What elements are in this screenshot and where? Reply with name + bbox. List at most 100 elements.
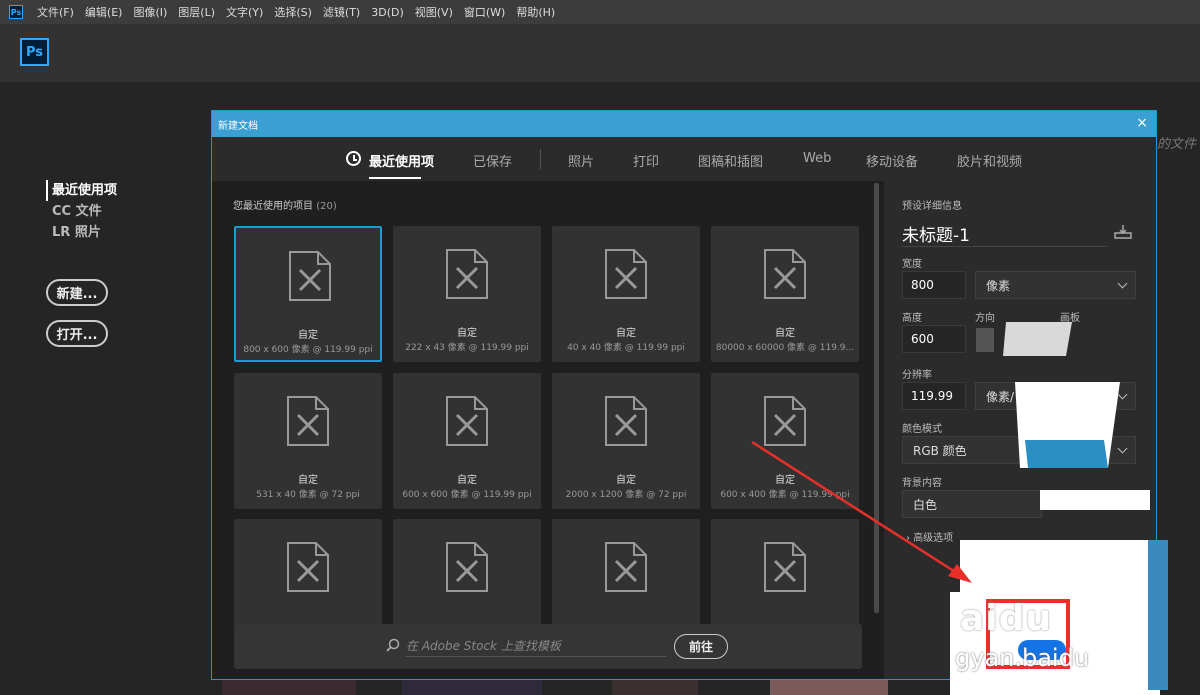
start-nav: 最近使用项 CC 文件 LR 照片 (46, 180, 117, 243)
scrollbar[interactable] (874, 183, 879, 613)
menu-view[interactable]: 视图(V) (415, 4, 453, 20)
document-icon (446, 396, 488, 446)
menu-edit[interactable]: 编辑(E) (85, 4, 123, 20)
menu-file[interactable]: 文件(F) (37, 4, 74, 20)
start-nav-lr-photos[interactable]: LR 照片 (46, 222, 117, 243)
menu-filter[interactable]: 滤镜(T) (323, 4, 360, 20)
preset-card[interactable]: 自定 531 x 40 像素 @ 72 ppi (234, 373, 382, 509)
menu-select[interactable]: 选择(S) (274, 4, 312, 20)
tab-photo[interactable]: 照片 (568, 151, 594, 170)
resolution-input[interactable]: 119.99 (902, 382, 966, 410)
save-preset-icon[interactable] (1114, 225, 1132, 239)
document-icon (605, 249, 647, 299)
preset-card-size: 80000 x 60000 像素 @ 119.9... (715, 343, 855, 353)
artboard-label: 画板 (1060, 313, 1080, 324)
color-mode-select[interactable]: RGB 颜色 (902, 436, 1136, 464)
preset-card[interactable]: 自定 222 x 43 像素 @ 119.99 ppi (393, 226, 541, 362)
preset-card[interactable]: 自定 600 x 600 像素 @ 119.99 ppi (393, 373, 541, 509)
resolution-unit-select[interactable]: 像素/ (975, 382, 1136, 410)
background-label: 背景内容 (902, 478, 942, 489)
download-icon[interactable] (1104, 553, 1122, 567)
photoshop-app-icon: Ps (9, 5, 23, 19)
start-right-hint: 的文件 (1157, 137, 1197, 152)
menu-bar: Ps 文件(F) 编辑(E) 图像(I) 图层(L) 文字(Y) 选择(S) 滤… (0, 0, 1200, 24)
preset-card[interactable]: 自定 80000 x 60000 像素 @ 119.9... (711, 226, 859, 362)
preset-card-title: 自定 (616, 475, 636, 486)
bg-thumbnail (402, 680, 542, 695)
chevron-down-icon (1117, 389, 1128, 400)
chevron-down-icon (1117, 278, 1128, 289)
preset-card-title: 自定 (298, 330, 318, 341)
preset-card-title: 自定 (298, 475, 318, 486)
watermark-url: gyan.baidu (955, 644, 1090, 672)
preset-card-size: 40 x 40 像素 @ 119.99 ppi (567, 343, 685, 353)
bg-thumbnail (222, 680, 356, 695)
menu-window[interactable]: 窗口(W) (464, 4, 505, 20)
photoshop-logo-icon[interactable]: Ps (20, 38, 49, 66)
new-document-dialog: 新建文档 × 最近使用项 已保存 照片 打印 图稿和插图 Web 移动设备 胶片… (211, 110, 1157, 680)
document-icon (287, 542, 329, 592)
chevron-down-icon (1109, 608, 1120, 619)
preset-card[interactable]: 自定 40 x 40 像素 @ 119.99 ppi (552, 226, 700, 362)
tab-recent[interactable]: 最近使用项 (369, 151, 434, 170)
preset-card-title: 自定 (457, 328, 477, 339)
advanced-options-toggle[interactable]: › 高级选项 (906, 529, 953, 544)
background-select[interactable]: 白色 (902, 490, 1042, 518)
width-input[interactable]: 800 (902, 271, 966, 299)
document-icon (446, 542, 488, 592)
orientation-label: 方向 (975, 313, 995, 324)
document-icon (287, 396, 329, 446)
portrait-orientation-icon[interactable] (976, 328, 994, 352)
preset-card[interactable]: 自定 800 x 600 像素 @ 119.99 ppi (234, 226, 382, 362)
tab-divider (540, 149, 541, 169)
preset-card[interactable]: 自定 2000 x 1200 像素 @ 72 ppi (552, 373, 700, 509)
height-input[interactable]: 600 (902, 325, 966, 353)
bg-thumbnail (770, 680, 888, 695)
adobe-stock-search-bar: 前往 (234, 624, 862, 669)
menu-type[interactable]: 文字(Y) (226, 4, 263, 20)
document-icon (764, 542, 806, 592)
preset-card-title: 自定 (775, 475, 795, 486)
stock-go-button[interactable]: 前往 (674, 634, 728, 659)
menu-image[interactable]: 图像(I) (133, 4, 167, 20)
preset-details-header: 预设详细信息 (902, 201, 962, 212)
dialog-title-bar: 新建文档 × (212, 111, 1156, 137)
width-label: 宽度 (902, 259, 922, 270)
document-icon (764, 249, 806, 299)
tab-mobile[interactable]: 移动设备 (866, 151, 918, 170)
close-icon[interactable]: × (1136, 115, 1148, 131)
width-unit-select[interactable]: 像素 (975, 271, 1136, 299)
tab-film-video[interactable]: 胶片和视频 (957, 151, 1022, 170)
start-open-button[interactable]: 打开... (46, 320, 108, 347)
clock-icon (346, 151, 361, 166)
tab-saved[interactable]: 已保存 (473, 151, 512, 170)
document-icon (764, 396, 806, 446)
start-nav-cc-files[interactable]: CC 文件 (46, 201, 117, 222)
menu-layer[interactable]: 图层(L) (178, 4, 215, 20)
resolution-label: 分辨率 (902, 370, 932, 381)
preset-card-title: 自定 (616, 328, 636, 339)
chevron-down-icon (1117, 443, 1128, 454)
bg-thumbnail (958, 680, 1086, 695)
preset-card-title: 自定 (457, 475, 477, 486)
document-icon (289, 251, 331, 301)
preset-card-size: 2000 x 1200 像素 @ 72 ppi (565, 490, 687, 500)
preset-tabs: 最近使用项 已保存 照片 打印 图稿和插图 Web 移动设备 胶片和视频 (212, 137, 1156, 181)
stock-search-input[interactable] (406, 635, 666, 657)
menu-3d[interactable]: 3D(D) (371, 6, 404, 19)
start-nav-recent[interactable]: 最近使用项 (46, 180, 117, 201)
tab-print[interactable]: 打印 (633, 151, 659, 170)
recent-items-label: 您最近使用的项目 (20) (233, 201, 337, 212)
document-name-field[interactable]: 未标题-1 (902, 221, 1107, 247)
start-header: Ps (0, 24, 1200, 82)
start-new-button[interactable]: 新建... (46, 279, 108, 306)
document-icon (605, 542, 647, 592)
preset-card-size: 800 x 600 像素 @ 119.99 ppi (243, 345, 373, 355)
preset-card[interactable]: 自定 600 x 400 像素 @ 119.99 ppi (711, 373, 859, 509)
tab-web[interactable]: Web (803, 151, 831, 166)
active-tab-indicator (369, 177, 421, 179)
preset-card-size: 222 x 43 像素 @ 119.99 ppi (405, 343, 529, 353)
tab-art-illustration[interactable]: 图稿和插图 (698, 151, 763, 170)
bg-thumbnail (612, 680, 698, 695)
menu-help[interactable]: 帮助(H) (516, 4, 555, 20)
